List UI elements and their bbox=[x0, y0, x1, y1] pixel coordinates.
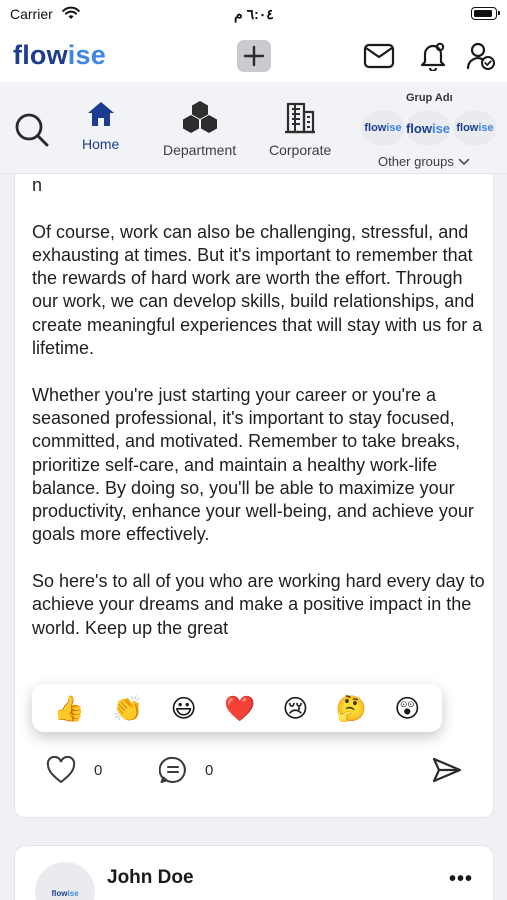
brand-logo[interactable]: flowise bbox=[13, 40, 106, 71]
mail-icon bbox=[363, 43, 395, 69]
nav-item-home[interactable]: Home bbox=[82, 100, 119, 152]
thinking-reaction[interactable]: 🤔 bbox=[336, 696, 367, 721]
sad-reaction[interactable]: 😢 bbox=[282, 696, 308, 721]
comment-icon bbox=[159, 756, 186, 783]
create-post-button[interactable] bbox=[237, 40, 271, 72]
group-logo-part2: ise bbox=[431, 120, 451, 136]
group-logo[interactable]: flow ise bbox=[453, 110, 497, 146]
reaction-picker: 👍 👏 😃 ❤️ 😢 🤔 😲 bbox=[32, 684, 442, 732]
wifi-icon bbox=[62, 6, 80, 25]
group-logo-part2: ise bbox=[386, 122, 402, 134]
search-button[interactable] bbox=[14, 112, 50, 153]
group-logo[interactable]: flow ise bbox=[406, 110, 450, 146]
brand-logo-part2: ise bbox=[67, 40, 106, 70]
nav-item-corporate[interactable]: Corporate bbox=[269, 100, 331, 158]
department-icon bbox=[182, 101, 217, 133]
bell-icon bbox=[420, 42, 446, 71]
post-author[interactable]: John Doe bbox=[107, 867, 194, 889]
group-logo-part1: flow bbox=[364, 122, 387, 134]
status-bar: Carrier ٦:٠٤ م bbox=[0, 0, 507, 30]
section-nav: Home Department Corporate Grup Adı flow i… bbox=[0, 82, 507, 174]
home-icon bbox=[87, 102, 114, 126]
clap-reaction[interactable]: 👏 bbox=[112, 696, 143, 721]
notifications-button[interactable] bbox=[416, 39, 450, 73]
avatar[interactable]: flow ise bbox=[35, 862, 95, 900]
avatar-logo-part2: ise bbox=[67, 889, 79, 898]
profile-button[interactable] bbox=[464, 39, 498, 73]
group-name: Grup Adı bbox=[406, 92, 453, 104]
send-icon bbox=[432, 757, 462, 783]
smile-reaction[interactable]: 😃 bbox=[171, 696, 197, 721]
more-options-icon[interactable]: ••• bbox=[449, 868, 473, 891]
post-actions: 0 0 bbox=[14, 756, 494, 790]
nav-item-label: Home bbox=[82, 136, 120, 152]
nav-item-department[interactable]: Department bbox=[163, 100, 236, 158]
thumbs-up-reaction[interactable]: 👍 bbox=[54, 696, 85, 721]
group-logo-part1: flow bbox=[405, 120, 432, 136]
avatar-logo-part1: flow bbox=[51, 889, 68, 898]
post-body-text: n Of course, work can also be challengin… bbox=[32, 175, 485, 638]
surprised-reaction[interactable]: 😲 bbox=[394, 696, 420, 721]
nav-item-label: Department bbox=[163, 142, 237, 158]
other-groups-dropdown[interactable]: Other groups bbox=[378, 154, 470, 169]
other-groups-label: Other groups bbox=[378, 154, 454, 169]
nav-item-label: Corporate bbox=[269, 142, 332, 158]
carrier-label: Carrier bbox=[10, 6, 53, 22]
comment-count: 0 bbox=[205, 761, 214, 779]
share-button[interactable] bbox=[432, 756, 462, 784]
group-logo[interactable]: flow ise bbox=[361, 110, 405, 146]
user-check-icon bbox=[466, 42, 495, 70]
post-card: flow ise John Doe ••• bbox=[14, 845, 494, 900]
heart-reaction[interactable]: ❤️ bbox=[224, 696, 255, 721]
like-button[interactable]: 0 bbox=[46, 756, 102, 784]
group-logo-part1: flow bbox=[456, 122, 479, 134]
group-logo-part2: ise bbox=[478, 122, 494, 134]
brand-logo-part1: flow bbox=[13, 40, 68, 70]
like-count: 0 bbox=[94, 761, 103, 779]
battery-icon bbox=[471, 7, 500, 20]
heart-icon bbox=[46, 756, 76, 784]
messages-button[interactable] bbox=[362, 39, 396, 73]
chevron-down-icon bbox=[458, 158, 470, 165]
comment-button[interactable]: 0 bbox=[159, 756, 213, 784]
search-icon bbox=[15, 113, 49, 147]
app-header: flowise bbox=[0, 30, 507, 82]
building-icon bbox=[285, 102, 316, 134]
clock: ٦:٠٤ م bbox=[234, 6, 274, 22]
plus-icon bbox=[243, 45, 265, 67]
